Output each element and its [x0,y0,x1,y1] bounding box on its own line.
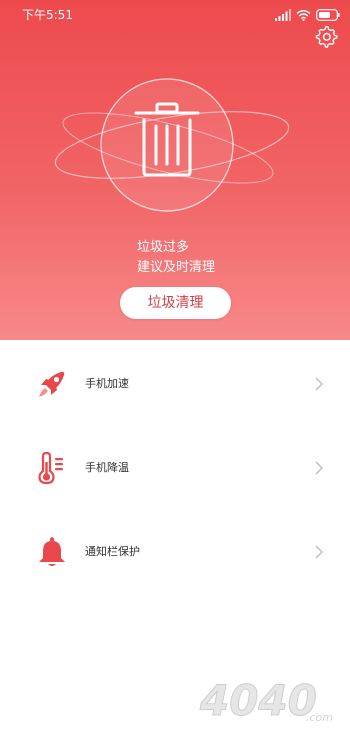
watermark-logo: 4040 .com [199,676,334,726]
chevron-right-icon [315,461,323,475]
rocket-icon [39,371,65,397]
svg-text:.com: .com [306,711,333,724]
menu-item-phone-boost[interactable]: 手机加速 [0,354,350,414]
wifi-icon [296,10,311,21]
bell-icon [39,537,65,566]
hint-line-1: 垃圾过多 [137,240,190,255]
chevron-right-icon [315,377,323,391]
svg-text:4040: 4040 [199,676,317,725]
menu-item-notification-protection[interactable]: 通知栏保护 [0,522,350,582]
hint-line-2: 建议及时清理 [137,260,216,275]
gear-icon [315,25,338,48]
battery-icon [316,9,340,21]
menu-item-label: 手机加速 [85,377,129,390]
signal-icon [275,9,291,21]
hero-panel: 下午5:51 垃圾过多 建议及时清理 垃圾清理 [0,0,350,340]
junk-clean-button[interactable]: 垃圾清理 [120,287,231,319]
chevron-right-icon [315,545,323,559]
trash-orbit-illustration [54,78,290,212]
menu-item-label: 通知栏保护 [85,545,140,558]
menu-item-phone-cooling[interactable]: 手机降温 [0,438,350,498]
settings-button[interactable] [314,24,338,48]
status-bar: 下午5:51 [0,0,350,30]
junk-hint: 垃圾过多 建议及时清理 [137,238,215,278]
status-icons [275,8,340,22]
menu-item-label: 手机降温 [85,461,129,474]
thermometer-icon [38,451,63,485]
status-time: 下午5:51 [22,8,73,22]
